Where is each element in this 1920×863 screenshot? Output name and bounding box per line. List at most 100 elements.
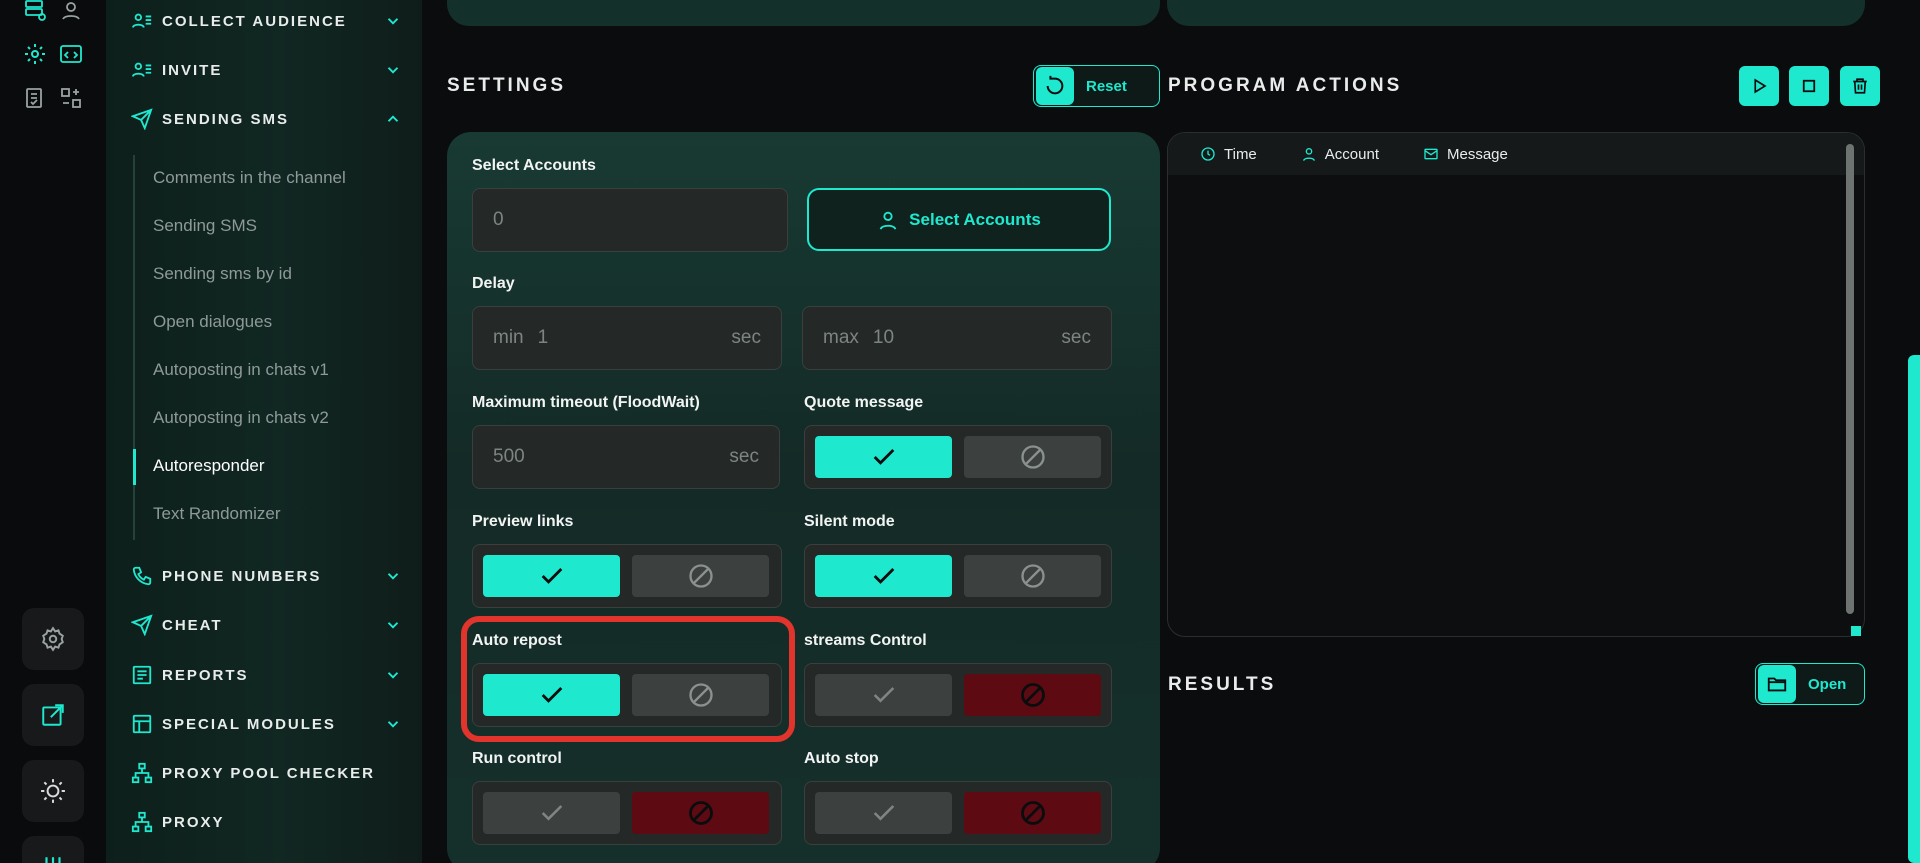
quote-message-label: Quote message: [804, 394, 924, 411]
phone-icon: [130, 564, 154, 588]
streams-control-label: streams Control: [804, 632, 927, 649]
preview-links-off-button[interactable]: [632, 555, 769, 597]
run-control-toggle: [472, 781, 782, 845]
sidebar-section-phone-numbers[interactable]: PHONE NUMBERS: [130, 560, 402, 592]
sidebar-item-comments-in-the-channel[interactable]: Comments in the channel: [153, 168, 346, 188]
delay-max-field[interactable]: max 10 sec: [802, 306, 1112, 370]
column-account[interactable]: Account: [1301, 146, 1379, 163]
sidebar-section-reports[interactable]: REPORTS: [130, 659, 402, 691]
max-timeout-field[interactable]: 500 sec: [472, 425, 780, 489]
check-icon: [873, 568, 894, 584]
program-actions-log: Time Account Message: [1167, 132, 1865, 637]
check-icon: [541, 805, 562, 821]
theme-toggle-button[interactable]: [22, 760, 84, 822]
highlight-box: [461, 616, 795, 742]
gear-icon[interactable]: [21, 40, 49, 68]
transfer-icon[interactable]: [57, 84, 85, 112]
sidebar-item-autoposting-v1[interactable]: Autoposting in chats v1: [153, 360, 329, 380]
users-list-icon: [130, 9, 154, 33]
sidebar-item-sending-sms[interactable]: Sending SMS: [153, 216, 257, 236]
run-control-on-button[interactable]: [483, 792, 620, 834]
database-settings-icon[interactable]: [21, 0, 49, 24]
play-icon: [1754, 78, 1767, 94]
delete-button[interactable]: [1840, 66, 1880, 106]
sidebar-section-invite[interactable]: INVITE: [130, 54, 402, 86]
log-scrollbar[interactable]: [1846, 144, 1854, 614]
sidebar-section-label: REPORTS: [162, 666, 249, 684]
grid-module-icon: [130, 712, 154, 736]
main-content: SETTINGS Reset PROGRAM ACTIONS Select Ac…: [422, 0, 1920, 863]
delay-max-unit: sec: [1061, 327, 1091, 348]
sliders-button[interactable]: [22, 836, 84, 863]
delay-min-prefix: min: [493, 327, 524, 348]
silent-mode-off-button[interactable]: [964, 555, 1101, 597]
select-accounts-button-label: Select Accounts: [909, 209, 1041, 229]
previous-panel-bottom: [447, 0, 1160, 26]
sidebar-item-sending-sms-by-id[interactable]: Sending sms by id: [153, 264, 292, 284]
sidebar-item-open-dialogues[interactable]: Open dialogues: [153, 312, 272, 332]
silent-mode-on-button[interactable]: [815, 555, 952, 597]
user-circle-icon[interactable]: [57, 0, 85, 24]
play-button[interactable]: [1739, 66, 1779, 106]
chevron-down-icon: [387, 672, 399, 679]
column-time[interactable]: Time: [1200, 146, 1257, 163]
ban-icon: [1020, 683, 1045, 707]
max-timeout-value: 500: [493, 446, 525, 467]
open-results-button[interactable]: Open: [1755, 663, 1865, 705]
report-icon: [130, 663, 154, 687]
delay-min-field[interactable]: min 1 sec: [472, 306, 782, 370]
previous-panel-bottom: [1167, 0, 1865, 26]
reset-button[interactable]: Reset: [1033, 65, 1160, 107]
sidebar-section-collect-audience[interactable]: COLLECT AUDIENCE: [130, 5, 402, 37]
checklist-icon[interactable]: [21, 84, 49, 112]
sidebar-section-label: INVITE: [162, 61, 223, 79]
sidebar-section-proxy-pool-checker[interactable]: PROXY POOL CHECKER: [130, 757, 402, 789]
sidebar-section-label: PROXY: [162, 813, 225, 831]
paper-plane-icon: [130, 107, 154, 131]
preview-links-toggle: [472, 544, 782, 608]
column-time-label: Time: [1224, 145, 1257, 163]
quote-message-on-button[interactable]: [815, 436, 952, 478]
ban-icon: [688, 801, 713, 825]
log-resize-handle[interactable]: [1851, 626, 1861, 636]
ban-icon: [688, 564, 713, 588]
run-control-off-button[interactable]: [632, 792, 769, 834]
open-label: Open: [1808, 675, 1847, 693]
sidebar-section-label: SPECIAL MODULES: [162, 715, 336, 733]
settings-button[interactable]: [22, 608, 84, 670]
code-window-icon[interactable]: [57, 40, 85, 68]
ban-icon: [1020, 445, 1045, 469]
external-link-button[interactable]: [22, 684, 84, 746]
sidebar-item-autoposting-v2[interactable]: Autoposting in chats v2: [153, 408, 329, 428]
streams-control-on-button[interactable]: [815, 674, 952, 716]
sidebar-section-special-modules[interactable]: SPECIAL MODULES: [130, 708, 402, 740]
auto-stop-on-button[interactable]: [815, 792, 952, 834]
sidebar-section-label: PROXY POOL CHECKER: [162, 764, 375, 782]
stop-button[interactable]: [1789, 66, 1829, 106]
preview-links-on-button[interactable]: [483, 555, 620, 597]
app-window: COLLECT AUDIENCE INVITE SENDING SMS Comm…: [0, 0, 1920, 863]
sidebar-item-text-randomizer[interactable]: Text Randomizer: [153, 504, 281, 524]
accounts-count-field[interactable]: 0: [472, 188, 788, 252]
accounts-count-value: 0: [493, 209, 504, 230]
sidebar-section-proxy[interactable]: PROXY: [130, 806, 402, 838]
reset-icon: [1036, 67, 1074, 105]
column-message[interactable]: Message: [1423, 146, 1508, 163]
delay-label: Delay: [472, 275, 515, 292]
sidebar-section-sending-sms[interactable]: SENDING SMS: [130, 103, 402, 135]
column-message-label: Message: [1446, 145, 1508, 163]
program-actions-title: PROGRAM ACTIONS: [1168, 75, 1403, 96]
chevron-down-icon: [387, 67, 399, 74]
icon-rail: [0, 0, 106, 863]
streams-control-off-button[interactable]: [964, 674, 1101, 716]
page-scrollbar[interactable]: [1908, 355, 1920, 863]
max-timeout-unit: sec: [729, 446, 759, 467]
user-icon: [1302, 148, 1315, 161]
sidebar-item-autoresponder[interactable]: Autoresponder: [153, 456, 265, 476]
sidebar-section-label: SENDING SMS: [162, 110, 290, 128]
quote-message-off-button[interactable]: [964, 436, 1101, 478]
auto-stop-off-button[interactable]: [964, 792, 1101, 834]
chevron-down-icon: [387, 721, 399, 728]
select-accounts-button[interactable]: Select Accounts: [807, 188, 1111, 251]
sidebar-section-cheat[interactable]: CHEAT: [130, 609, 402, 641]
